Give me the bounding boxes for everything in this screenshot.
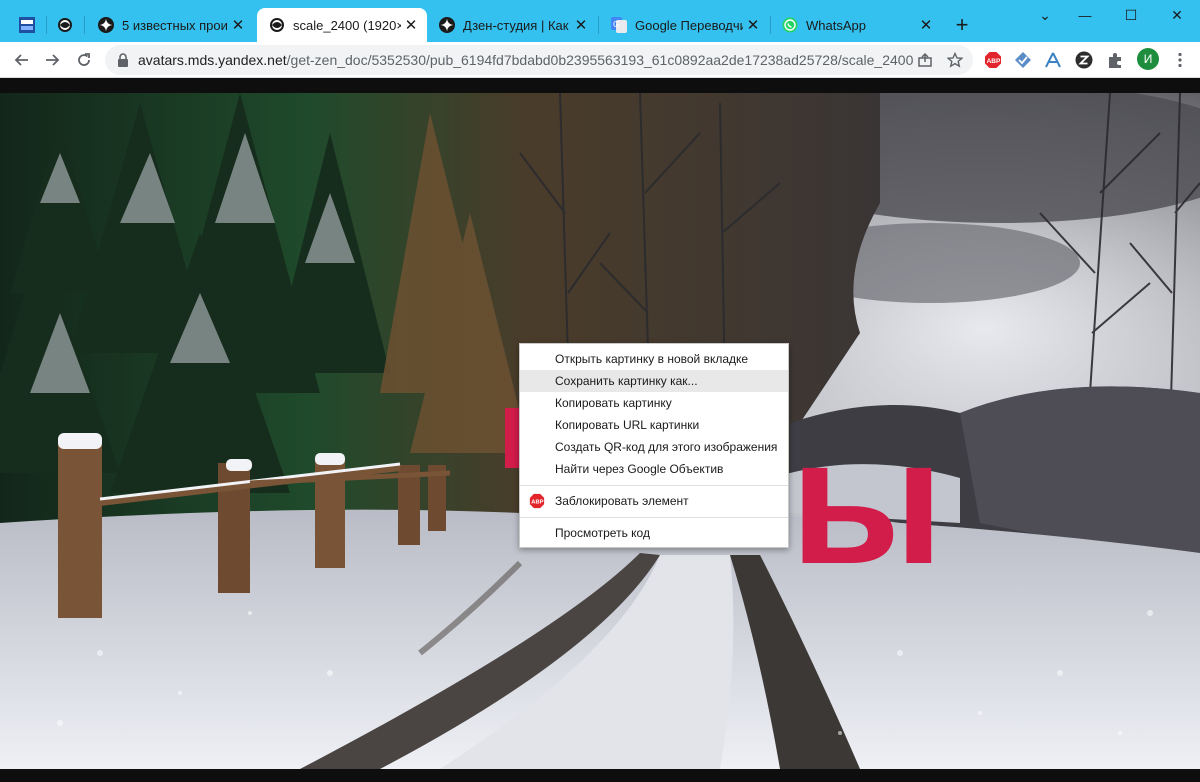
menu-block-element-label: Заблокировать элемент [555, 494, 689, 508]
menu-create-qr-code[interactable]: Создать QR-код для этого изображения [520, 436, 788, 458]
globe-icon [57, 17, 73, 33]
tab-pinned-yandex[interactable] [10, 8, 44, 42]
browser-toolbar: avatars.mds.yandex.net/get-zen_doc/53525… [0, 42, 1200, 78]
bookmark-star-icon[interactable] [945, 50, 965, 70]
tab-zen-article[interactable]: 5 известных произво ✕ [86, 8, 254, 42]
close-tab-icon[interactable]: ✕ [228, 15, 248, 35]
close-tab-icon[interactable]: ✕ [401, 15, 421, 35]
lock-icon [118, 53, 128, 67]
menu-divider [520, 485, 788, 486]
back-arrow-icon [14, 54, 28, 66]
abp-icon: ABP [529, 493, 545, 509]
tab-zen-studio[interactable]: Дзен-студия | Как в ✕ [427, 8, 597, 42]
svg-text:ABP: ABP [531, 499, 543, 505]
reload-button[interactable] [70, 46, 98, 74]
diamond-extension-icon[interactable] [1013, 50, 1033, 70]
url-host: avatars.mds.yandex.net [138, 52, 287, 68]
address-bar[interactable]: avatars.mds.yandex.net/get-zen_doc/53525… [105, 45, 973, 75]
menu-open-image-new-tab[interactable]: Открыть картинку в новой вкладке [520, 348, 788, 370]
back-button[interactable] [8, 46, 36, 74]
yandex-zen-icon [19, 17, 35, 33]
tab-whatsapp[interactable]: WhatsApp ✕ [770, 8, 942, 42]
menu-copy-image-url[interactable]: Копировать URL картинки [520, 414, 788, 436]
url-text: avatars.mds.yandex.net/get-zen_doc/53525… [138, 52, 913, 68]
menu-save-image-as[interactable]: Сохранить картинку как... [520, 370, 788, 392]
menu-inspect[interactable]: Просмотреть код [520, 522, 788, 544]
minimize-button[interactable]: — [1062, 0, 1108, 30]
image-viewer: ы Открыть картинку в новой вкладке Сохра… [0, 79, 1200, 782]
share-icon[interactable] [915, 50, 935, 70]
whatsapp-icon [782, 17, 798, 33]
menu-copy-image[interactable]: Копировать картинку [520, 392, 788, 414]
tab-title: WhatsApp [806, 17, 866, 33]
url-path: /get-zen_doc/5352530/pub_6194fd7bdabd0b2… [286, 52, 914, 68]
overlay-letters: ы [790, 401, 944, 602]
forward-button[interactable] [38, 46, 66, 74]
profile-avatar[interactable]: И [1137, 48, 1159, 70]
tab-pinned-globe[interactable] [48, 8, 82, 42]
tab-title: Google Переводчик [635, 17, 743, 33]
abp-icon[interactable]: ABP [983, 50, 1003, 70]
menu-divider [520, 517, 788, 518]
acrobat-icon[interactable] [1043, 50, 1063, 70]
new-tab-button[interactable]: + [949, 12, 975, 38]
tab-title: Дзен-студия | Как в [463, 17, 571, 33]
svg-text:G: G [613, 20, 619, 29]
close-tab-icon[interactable]: ✕ [916, 15, 936, 35]
z-extension-icon[interactable] [1074, 50, 1094, 70]
svg-text:ABP: ABP [987, 58, 1001, 65]
close-tab-icon[interactable]: ✕ [571, 15, 591, 35]
zen-star-icon [439, 17, 455, 33]
menu-block-element[interactable]: ABP Заблокировать элемент [520, 490, 788, 512]
reload-icon [78, 53, 90, 66]
tab-google-translate[interactable]: G Google Переводчик ✕ [599, 8, 769, 42]
close-tab-icon[interactable]: ✕ [743, 15, 763, 35]
maximize-button[interactable]: ☐ [1108, 0, 1154, 30]
menu-search-google-lens[interactable]: Найти через Google Объектив [520, 458, 788, 480]
globe-icon [269, 17, 285, 33]
forward-arrow-icon [46, 54, 60, 66]
zen-star-icon [98, 17, 114, 33]
close-window-button[interactable]: ✕ [1154, 0, 1200, 30]
tab-title: scale_2400 (1920×10 [293, 17, 401, 33]
google-translate-icon: G [611, 17, 627, 33]
menu-kebab-icon[interactable] [1170, 50, 1190, 70]
tab-active-image[interactable]: scale_2400 (1920×10 ✕ [257, 8, 427, 42]
image-context-menu: Открыть картинку в новой вкладке Сохрани… [519, 343, 789, 548]
puzzle-icon[interactable] [1105, 50, 1125, 70]
tab-strip: 5 известных произво ✕ scale_2400 (1920×1… [0, 0, 1200, 42]
tab-title: 5 известных произво [122, 17, 228, 33]
